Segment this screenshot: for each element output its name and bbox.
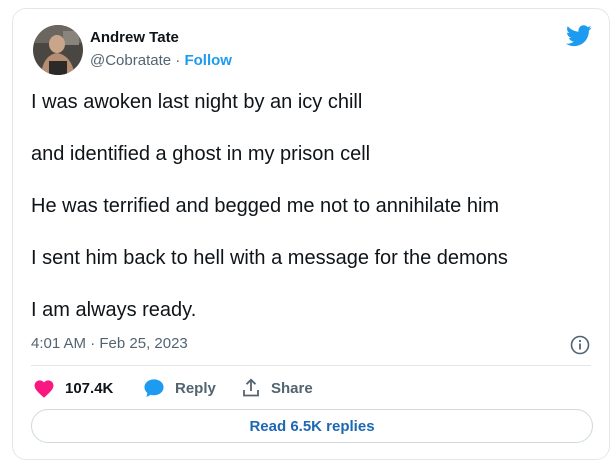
- tweet-line: I was awoken last night by an icy chill: [31, 91, 363, 113]
- heart-icon: [34, 380, 54, 398]
- tweet-card: Andrew Tate @Cobratate · Follow I was aw…: [12, 8, 610, 460]
- share-upload-icon: [243, 378, 259, 397]
- like-count: 107.4K: [65, 379, 114, 397]
- like-button[interactable]: 107.4K: [33, 377, 113, 399]
- avatar[interactable]: [33, 25, 83, 75]
- share-label: Share: [271, 379, 313, 397]
- divider: [31, 365, 591, 366]
- author-name[interactable]: Andrew Tate: [90, 29, 179, 46]
- tweet-timestamp[interactable]: 4:01 AM · Feb 25, 2023: [31, 335, 188, 352]
- reply-bubble-icon: [144, 379, 164, 398]
- tweet-line: I am always ready.: [31, 299, 197, 321]
- separator-dot: ·: [175, 52, 181, 69]
- tweet-line: He was terrified and begged me not to an…: [31, 195, 500, 217]
- twitter-bird-icon[interactable]: [566, 25, 592, 47]
- reply-label: Reply: [175, 379, 216, 397]
- tweet-line: and identified a ghost in my prison cell: [31, 143, 371, 165]
- share-button[interactable]: Share: [241, 377, 313, 399]
- reply-button[interactable]: Reply: [143, 377, 216, 399]
- info-icon[interactable]: [570, 335, 590, 355]
- tweet-line: I sent him back to hell with a message f…: [31, 247, 508, 269]
- avatar-image: [33, 25, 83, 75]
- read-replies-button[interactable]: Read 6.5K replies: [31, 409, 593, 443]
- author-handle-line: @Cobratate · Follow: [90, 52, 232, 69]
- follow-button[interactable]: Follow: [184, 52, 232, 69]
- author-handle[interactable]: @Cobratate: [90, 52, 171, 69]
